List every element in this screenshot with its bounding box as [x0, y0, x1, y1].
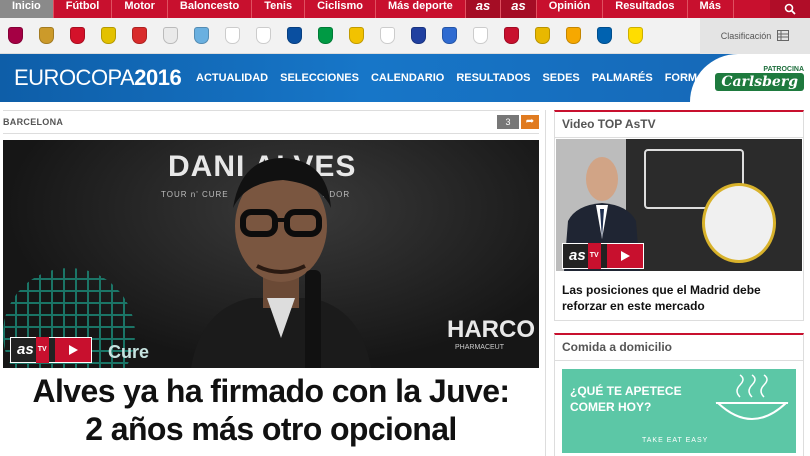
eurocopa-logo-text: EUROCOPA: [14, 65, 135, 90]
side-astv-logo-text: as: [569, 247, 586, 264]
play-icon: [68, 345, 78, 355]
section-label[interactable]: BARCELONA: [3, 117, 63, 127]
food-ad-banner[interactable]: ¿QUÉ TE APETECE COMER HOY? TAKE EAT EASY: [562, 369, 796, 453]
food-ad-question: ¿QUÉ TE APETECE COMER HOY?: [570, 383, 682, 415]
microphone-icon: [305, 270, 321, 368]
video-play-badge[interactable]: as TV: [10, 337, 92, 363]
euro-menu-selecciones[interactable]: SELECCIONES: [274, 72, 365, 84]
club-crest-icon[interactable]: [287, 27, 302, 44]
article-hero-image[interactable]: DANI ALVES TOUR n' CURE ADOR Cure HARCO …: [3, 140, 539, 368]
clubs-bar: Clasificación: [0, 17, 810, 54]
club-crest-icon[interactable]: [349, 27, 364, 44]
top-navigation: Inicio Fútbol Motor Baloncesto Tenis Cic…: [0, 0, 810, 18]
club-crest-icon[interactable]: [628, 27, 643, 44]
side-astv-logo: as TV: [563, 243, 607, 269]
play-icon: [620, 251, 630, 261]
euro-menu-actualidad[interactable]: ACTUALIDAD: [190, 72, 274, 84]
sponsor-brand: Carlsberg: [715, 72, 804, 91]
table-icon: [777, 30, 790, 41]
club-crest-icon[interactable]: [318, 27, 333, 44]
search-icon: [784, 3, 796, 15]
share-arrow-icon: ➦: [525, 116, 535, 127]
euro-menu-sedes[interactable]: SEDES: [536, 72, 585, 84]
club-crest-icon[interactable]: [411, 27, 426, 44]
club-crest-icon[interactable]: [597, 27, 612, 44]
club-crest-icon[interactable]: [8, 27, 23, 44]
column-divider: [545, 110, 546, 456]
main-article: BARCELONA 3 ➦ DANI ALVES TOUR n' CURE AD…: [3, 110, 539, 456]
nav-item-futbol[interactable]: Fútbol: [54, 0, 113, 18]
comment-count[interactable]: 3: [497, 115, 519, 129]
club-crest-icon[interactable]: [39, 27, 54, 44]
sponsor-banner[interactable]: PATROCINA Carlsberg: [690, 54, 810, 102]
club-crest-icon[interactable]: [535, 27, 550, 44]
club-crest-icon[interactable]: [504, 27, 519, 44]
real-madrid-crest-icon: [702, 183, 776, 263]
nav-item-mas-deporte[interactable]: Más deporte: [376, 0, 466, 18]
club-crest-icon[interactable]: [194, 27, 209, 44]
food-widget-title: Comida a domicilio: [555, 335, 803, 361]
video-caption-link[interactable]: Las posiciones que el Madrid debe reforz…: [555, 272, 803, 320]
backdrop-brand-right-sub: PHARMACEUT: [455, 344, 505, 351]
club-crest-icon[interactable]: [473, 27, 488, 44]
headline-line-1: Alves ya ha firmado con la Juve:: [32, 373, 511, 409]
eurocopa-logo-year: 2016: [134, 65, 182, 90]
backdrop-brand-left: Cure: [108, 342, 150, 362]
club-crest-icon[interactable]: [132, 27, 147, 44]
club-crest-icon[interactable]: [380, 27, 395, 44]
article-meta-row: BARCELONA 3 ➦: [3, 110, 539, 134]
nav-item-mas[interactable]: Más: [688, 0, 734, 18]
nav-item-inicio[interactable]: Inicio: [0, 0, 54, 18]
food-ad-line-1: ¿QUÉ TE APETECE: [570, 384, 682, 398]
club-crest-icon[interactable]: [70, 27, 85, 44]
food-ad-line-2: COMER HOY?: [570, 400, 652, 414]
club-crest-icon[interactable]: [101, 27, 116, 44]
club-crest-icon[interactable]: [225, 27, 240, 44]
classification-label: Clasificación: [720, 30, 772, 41]
play-button[interactable]: [54, 338, 91, 362]
as-logo-link-2[interactable]: as: [501, 0, 537, 18]
nav-item-ciclismo[interactable]: Ciclismo: [305, 0, 376, 18]
side-play-button[interactable]: [606, 244, 643, 268]
video-thumbnail[interactable]: as TV: [556, 139, 802, 271]
nav-item-opinion[interactable]: Opinión: [537, 0, 604, 18]
astv-logo-text: as: [17, 341, 34, 358]
share-button[interactable]: ➦: [521, 115, 539, 129]
side-video-play-badge[interactable]: as TV: [562, 243, 644, 269]
player-photo-icon: [191, 158, 371, 368]
astv-logo: as TV: [11, 337, 55, 363]
side-astv-tag: TV: [587, 243, 601, 269]
article-headline[interactable]: Alves ya ha firmado con la Juve: 2 años …: [3, 372, 539, 448]
nav-item-tenis[interactable]: Tenis: [252, 0, 306, 18]
nav-item-motor[interactable]: Motor: [112, 0, 168, 18]
eurocopa-logo[interactable]: EUROCOPA2016: [0, 65, 190, 91]
search-button[interactable]: [770, 0, 810, 18]
video-top-widget: Video TOP AsTV as TV Las posiciones que e…: [554, 110, 804, 321]
club-crest-icon[interactable]: [566, 27, 581, 44]
sponsor-label: PATROCINA: [763, 65, 804, 73]
backdrop-brand-right: HARCO: [447, 316, 535, 343]
nav-item-baloncesto[interactable]: Baloncesto: [168, 0, 253, 18]
food-delivery-widget: Comida a domicilio ¿QUÉ TE APETECE COMER …: [554, 333, 804, 456]
eurocopa-menu: ACTUALIDAD SELECCIONES CALENDARIO RESULT…: [190, 72, 725, 84]
headline-line-2: 2 años más otro opcional: [85, 411, 457, 447]
club-crest-icon[interactable]: [163, 27, 178, 44]
classification-link[interactable]: Clasificación: [700, 17, 810, 54]
article-actions: 3 ➦: [497, 115, 539, 129]
food-ad-brand: TAKE EAT EASY: [642, 437, 709, 444]
euro-menu-calendario[interactable]: CALENDARIO: [365, 72, 450, 84]
astv-tag: TV: [35, 337, 49, 363]
as-logo-link[interactable]: as: [465, 0, 502, 18]
food-bowl-icon: [715, 374, 789, 420]
euro-menu-palmares[interactable]: PALMARÉS: [586, 72, 659, 84]
video-widget-title: Video TOP AsTV: [555, 112, 803, 138]
eurocopa-bar: EUROCOPA2016 ACTUALIDAD SELECCIONES CALE…: [0, 54, 810, 102]
club-crest-icon[interactable]: [256, 27, 271, 44]
sidebar: Video TOP AsTV as TV Las posiciones que e…: [554, 110, 804, 456]
nav-item-resultados[interactable]: Resultados: [603, 0, 688, 18]
euro-menu-resultados[interactable]: RESULTADOS: [450, 72, 536, 84]
club-crest-icon[interactable]: [442, 27, 457, 44]
